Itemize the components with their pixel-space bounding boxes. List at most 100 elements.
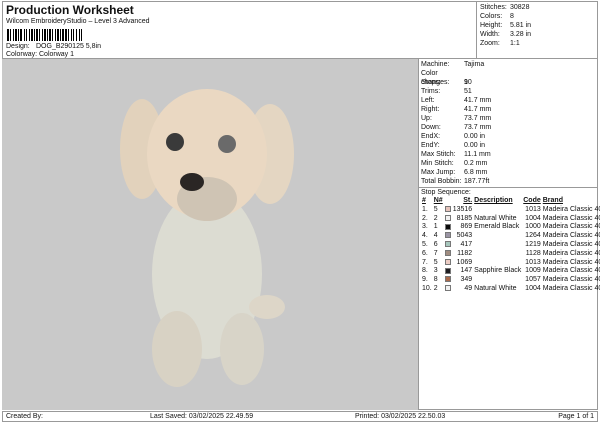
- info-label: Stops:: [421, 79, 441, 86]
- table-row: 8. 3 147 Sapphire Black 1009 Madeira Classic …: [421, 267, 600, 276]
- color-swatch: [444, 223, 451, 230]
- stat-row: Height: 5.81 in: [480, 21, 596, 30]
- footer: Created By: Last Saved: 03/02/2025 22.49…: [2, 411, 598, 422]
- stop-sequence-label: Stop Sequence:: [421, 189, 471, 196]
- thread-code: 1219: [525, 240, 541, 248]
- stitch-count: 5043: [456, 232, 473, 240]
- info-label: Min Stitch:: [421, 160, 454, 167]
- thread-code: 1000: [525, 223, 541, 231]
- color-swatch: [444, 267, 451, 274]
- stat-value: 30828: [510, 4, 530, 11]
- thread-brand: Madeira Classic 40: [542, 232, 600, 240]
- color-swatch-cell: [444, 258, 452, 268]
- thread-description: [473, 232, 522, 241]
- info-value: 6.8 mm: [464, 169, 488, 176]
- column-header: Code: [523, 197, 541, 204]
- design-preview: [2, 59, 418, 410]
- stat-value: 8: [510, 13, 514, 20]
- info-value: 187.77ft: [464, 178, 490, 185]
- stop-number: 5.: [422, 240, 428, 248]
- stop-number: 1.: [422, 205, 428, 213]
- stop-sequence-table: # N# St. Description Code Brand 1. 5 13516 1013 M…: [421, 197, 600, 294]
- thread-description: [473, 250, 522, 259]
- stat-value: 5.81 in: [510, 22, 532, 29]
- table-row: 1. 5 13516 1013 Madeira Classic 40: [421, 206, 600, 215]
- thread-description: Natural White: [474, 214, 517, 222]
- color-swatch-cell: [444, 249, 452, 259]
- needle-number: 2: [433, 214, 438, 222]
- color-swatch: [444, 232, 451, 239]
- needle-number: 4: [433, 232, 438, 240]
- stat-label: Height:: [480, 22, 503, 29]
- stat-row: Colors: 8: [480, 12, 596, 21]
- thread-code: 1057: [525, 276, 541, 284]
- info-value: 11.1 mm: [464, 151, 491, 158]
- design-label: Design:: [6, 43, 30, 50]
- column-header: N#: [433, 197, 443, 204]
- stop-number: 4.: [422, 232, 428, 240]
- info-label: Machine:: [421, 61, 450, 68]
- colorway-row: Colorway: Colorway 1: [6, 51, 74, 58]
- column-header: Description: [474, 197, 513, 204]
- stop-number: 6.: [422, 249, 428, 257]
- stitch-count: 49: [464, 284, 473, 292]
- color-swatch: [444, 205, 451, 212]
- info-label: Total Bobbin:: [421, 178, 462, 185]
- info-value: 73.7 mm: [464, 124, 492, 131]
- info-value: 41.7 mm: [464, 97, 492, 104]
- column-header: St.: [463, 197, 473, 204]
- color-swatch-cell: [444, 267, 452, 276]
- info-value: 0.2 mm: [464, 160, 488, 167]
- table-row: 7. 5 1069 1013 Madeira Classic 40: [421, 259, 600, 268]
- color-swatch: [444, 258, 451, 265]
- thread-description: [473, 206, 522, 215]
- stat-row: Width: 3.28 in: [480, 30, 596, 39]
- stat-row: Zoom: 1:1: [480, 39, 596, 48]
- info-row: Stops: 10: [421, 78, 595, 87]
- info-row: EndX: 0.00 in: [421, 132, 595, 141]
- design-row: Design: DOG_B290125 5,8in: [6, 43, 101, 50]
- color-swatch-cell: [444, 205, 452, 215]
- thread-brand: Madeira Classic 40: [542, 240, 600, 248]
- thread-brand: Madeira Classic 40: [542, 223, 600, 231]
- header: Production Worksheet Wilcom EmbroiderySt…: [2, 1, 598, 59]
- needle-number: 5: [433, 258, 438, 266]
- barcode: [7, 29, 123, 41]
- stitch-count: 349: [460, 276, 473, 284]
- color-swatch: [444, 249, 451, 256]
- info-row: Max Jump: 6.8 mm: [421, 168, 595, 177]
- stitch-count: 869: [460, 223, 473, 231]
- info-row: Color changes: 9: [421, 69, 595, 86]
- stitch-count: 417: [460, 240, 473, 248]
- color-swatch: [444, 241, 451, 248]
- info-label: EndY:: [421, 142, 440, 149]
- needle-number: 1: [433, 223, 438, 231]
- design-value: DOG_B290125 5,8in: [36, 43, 101, 50]
- design-stats: Stitches: 30828 Colors: 8 Height: 5.81 in Widt…: [476, 2, 599, 58]
- colorway-label: Colorway:: [6, 51, 38, 58]
- dog-body: [120, 89, 294, 387]
- machine-info: Machine: Tajima Color changes: 9 Stops: 10 Tri…: [419, 59, 597, 188]
- color-swatch-cell: [444, 285, 452, 294]
- info-row: Right: 41.7 mm: [421, 105, 595, 114]
- thread-description: Sapphire Black: [474, 267, 522, 275]
- dog-embroidery-image: [120, 89, 294, 387]
- thread-code: 1004: [525, 214, 541, 222]
- info-panel: Machine: Tajima Color changes: 9 Stops: 10 Tri…: [418, 59, 600, 410]
- stat-label: Zoom:: [480, 40, 500, 47]
- stop-number: 10.: [422, 284, 432, 292]
- needle-number: 8: [433, 276, 438, 284]
- dog-eye-left: [166, 133, 184, 151]
- table-row: 6. 7 1182 1128 Madeira Classic 40: [421, 250, 600, 259]
- created-by: Created By:: [6, 413, 43, 420]
- dog-eye-right: [218, 135, 236, 153]
- stitch-count: 13516: [452, 205, 473, 213]
- stat-label: Stitches:: [480, 4, 507, 11]
- info-label: EndX:: [421, 133, 441, 140]
- info-label: Max Jump:: [421, 169, 456, 176]
- stat-label: Colors:: [480, 13, 503, 20]
- color-swatch-cell: [444, 223, 452, 232]
- stat-value: 3.28 in: [510, 31, 532, 38]
- thread-description: [473, 241, 522, 250]
- thread-code: 1004: [525, 284, 541, 292]
